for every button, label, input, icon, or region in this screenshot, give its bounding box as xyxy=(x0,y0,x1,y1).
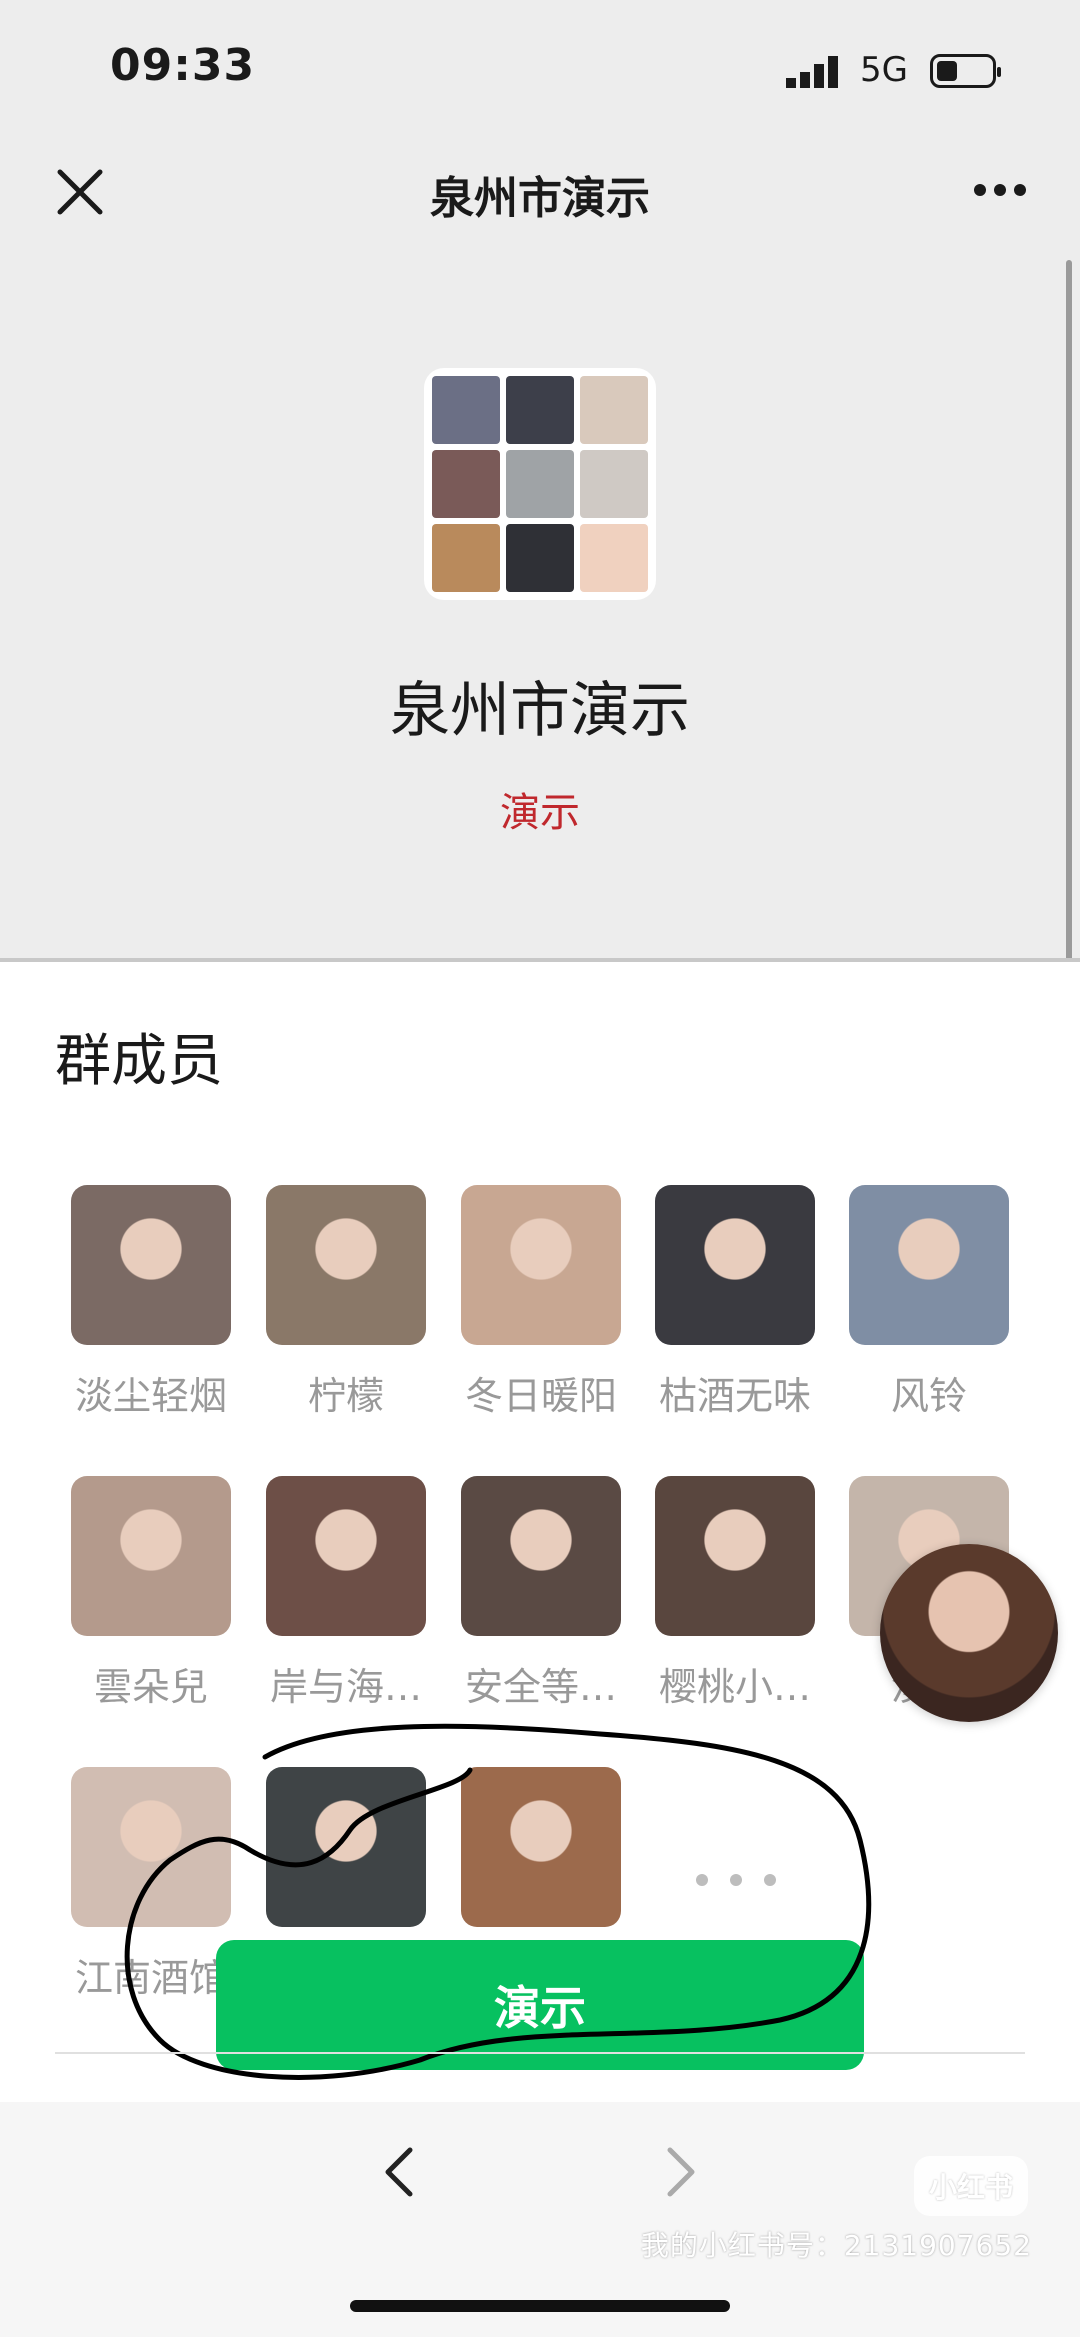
group-header: 泉州市演示 演示 xyxy=(0,260,1080,960)
bottom-toolbar: 小红书 我的小红书号：2131907652 xyxy=(0,2102,1080,2337)
group-avatar-tile xyxy=(580,376,648,444)
member-name: 枯酒无味 xyxy=(658,1374,811,1418)
group-avatar-tile xyxy=(432,376,500,444)
dot-icon xyxy=(696,1874,708,1886)
member-avatar xyxy=(461,1476,621,1636)
member-avatar xyxy=(461,1185,621,1345)
member-item[interactable]: 冬日暖阳 xyxy=(461,1185,621,1418)
member-name: 雲朵兒 xyxy=(93,1665,208,1709)
group-avatar-tile xyxy=(580,524,648,592)
member-avatar xyxy=(266,1476,426,1636)
group-avatar-tile xyxy=(506,450,574,518)
primary-action-button[interactable]: 演示 xyxy=(216,1940,864,2070)
dot-icon xyxy=(730,1874,742,1886)
group-name: 泉州市演示 xyxy=(390,676,690,746)
member-avatar xyxy=(849,1185,1009,1345)
member-name: 冬日暖阳 xyxy=(464,1374,617,1418)
member-item[interactable]: 淡尘轻烟 xyxy=(71,1185,231,1418)
network-type: 5G xyxy=(860,50,908,90)
dot-icon xyxy=(764,1874,776,1886)
more-icon[interactable] xyxy=(972,180,1028,200)
group-avatar-tile xyxy=(580,450,648,518)
home-indicator[interactable] xyxy=(350,2300,730,2312)
member-avatar xyxy=(266,1767,426,1927)
status-bar: 09:33 5G xyxy=(0,0,1080,140)
battery-icon xyxy=(930,54,1001,88)
nav-bar: 泉州市演示 xyxy=(0,140,1080,260)
section-title: 群成员 xyxy=(55,1029,223,1094)
watermark-logo: 小红书 xyxy=(914,2156,1028,2216)
member-avatar xyxy=(71,1476,231,1636)
group-avatar-tile xyxy=(506,376,574,444)
group-avatar-tile xyxy=(432,450,500,518)
status-time: 09:33 xyxy=(110,40,256,91)
member-name: 柠檬 xyxy=(307,1374,384,1418)
more-members-button[interactable] xyxy=(656,1800,816,1960)
member-avatar xyxy=(71,1185,231,1345)
member-avatar xyxy=(461,1767,621,1927)
member-item[interactable]: 柠檬 xyxy=(266,1185,426,1418)
group-avatar[interactable] xyxy=(424,368,656,600)
member-item[interactable]: 岸与海… xyxy=(266,1476,426,1709)
floating-avatar[interactable] xyxy=(880,1544,1058,1722)
group-subtitle: 演示 xyxy=(500,790,580,836)
watermark-text: 我的小红书号：2131907652 xyxy=(640,2229,1032,2262)
member-name: 风铃 xyxy=(890,1374,967,1418)
member-item[interactable]: 安全等… xyxy=(461,1476,621,1709)
member-avatar xyxy=(266,1185,426,1345)
member-name: 樱桃小… xyxy=(658,1665,811,1709)
signal-icon xyxy=(786,56,838,88)
member-name: 淡尘轻烟 xyxy=(74,1374,227,1418)
group-avatar-tile xyxy=(432,524,500,592)
member-item[interactable]: 枯酒无味 xyxy=(655,1185,815,1418)
bottom-separator xyxy=(55,2052,1025,2054)
member-name: 安全等… xyxy=(464,1665,617,1709)
member-avatar xyxy=(71,1767,231,1927)
member-item[interactable]: 雲朵兒 xyxy=(71,1476,231,1709)
forward-arrow-icon[interactable] xyxy=(660,2142,700,2202)
member-avatar xyxy=(655,1476,815,1636)
member-item[interactable]: 风铃 xyxy=(849,1185,1009,1418)
member-item[interactable]: 江南酒馆 xyxy=(71,1767,231,2000)
member-item[interactable]: 樱桃小… xyxy=(655,1476,815,1709)
member-avatar xyxy=(655,1185,815,1345)
page-title: 泉州市演示 xyxy=(430,173,650,224)
back-arrow-icon[interactable] xyxy=(380,2142,420,2202)
member-name: 岸与海… xyxy=(269,1665,422,1709)
group-avatar-tile xyxy=(506,524,574,592)
